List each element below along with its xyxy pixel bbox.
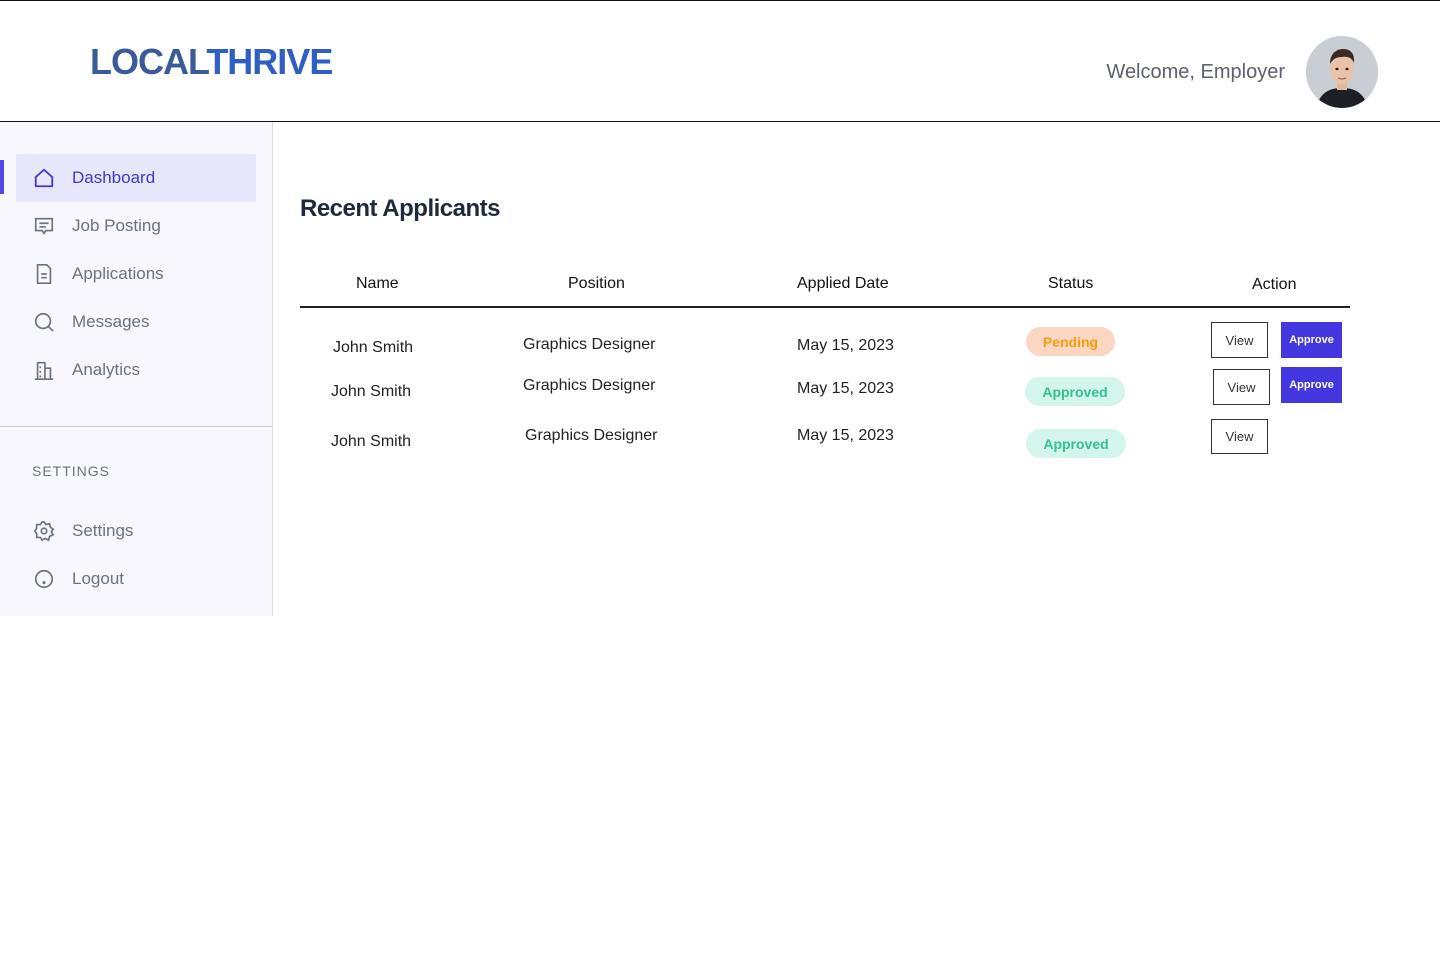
column-header-action: Action — [1252, 276, 1297, 293]
status-badge: Approved — [1025, 377, 1125, 406]
gear-icon — [32, 519, 56, 543]
sidebar-item-applications[interactable]: Applications — [16, 250, 256, 298]
search-icon — [32, 310, 56, 334]
sidebar-item-dashboard[interactable]: Dashboard — [16, 154, 256, 202]
approve-button[interactable]: Approve — [1281, 367, 1342, 403]
status-badge: Pending — [1026, 327, 1115, 356]
avatar[interactable] — [1306, 36, 1378, 108]
applicant-name: John Smith — [333, 339, 414, 356]
applicant-name: John Smith — [331, 383, 412, 400]
sidebar-item-settings[interactable]: Settings — [16, 507, 256, 555]
applicant-position: Graphics Designer — [523, 377, 656, 394]
brand-logo[interactable]: LOCALTHRIVE — [90, 41, 333, 83]
settings-section-title: SETTINGS — [32, 463, 111, 479]
welcome-text: Welcome, Employer — [1106, 61, 1285, 83]
applicant-name: John Smith — [331, 433, 412, 450]
active-indicator — [0, 160, 4, 194]
sidebar: Dashboard Job Posting Applications Messa… — [0, 122, 273, 616]
sidebar-item-analytics[interactable]: Analytics — [16, 346, 256, 394]
user-avatar-icon — [1306, 36, 1378, 108]
sidebar-item-label: Job Posting — [72, 216, 161, 235]
approve-button[interactable]: Approve — [1281, 322, 1342, 358]
sidebar-item-label: Analytics — [72, 360, 141, 379]
building-icon — [32, 358, 56, 382]
brand-part2: THRIVE — [206, 41, 333, 82]
applicant-position: Graphics Designer — [525, 427, 658, 444]
sidebar-item-label: Logout — [72, 569, 124, 588]
applied-date: May 15, 2023 — [797, 380, 894, 397]
sidebar-item-label: Applications — [72, 264, 164, 283]
top-header: LOCALTHRIVE Welcome, Employer — [0, 0, 1440, 122]
view-button[interactable]: View — [1213, 369, 1270, 405]
column-header-status: Status — [1048, 275, 1094, 292]
sidebar-item-messages[interactable]: Messages — [16, 298, 256, 346]
column-header-position: Position — [568, 275, 625, 292]
sidebar-item-label: Messages — [72, 312, 150, 331]
message-icon — [32, 214, 56, 238]
column-header-applied-date: Applied Date — [797, 275, 889, 292]
logout-icon — [32, 567, 56, 591]
home-icon — [32, 166, 56, 190]
view-button[interactable]: View — [1211, 322, 1268, 358]
sidebar-divider — [0, 426, 272, 427]
column-header-name: Name — [356, 275, 399, 292]
page-title: Recent Applicants — [300, 195, 501, 222]
sidebar-item-logout[interactable]: Logout — [16, 555, 256, 603]
document-icon — [32, 262, 56, 286]
status-badge: Approved — [1026, 429, 1126, 458]
applied-date: May 15, 2023 — [797, 427, 894, 444]
table-header-rule — [300, 306, 1350, 308]
applicant-position: Graphics Designer — [523, 336, 656, 353]
sidebar-item-label: Settings — [72, 521, 134, 540]
brand-part1: LOCAL — [90, 41, 207, 82]
sidebar-item-job-posting[interactable]: Job Posting — [16, 202, 256, 250]
view-button[interactable]: View — [1211, 419, 1268, 454]
sidebar-item-label: Dashboard — [72, 168, 156, 187]
applied-date: May 15, 2023 — [797, 337, 894, 354]
